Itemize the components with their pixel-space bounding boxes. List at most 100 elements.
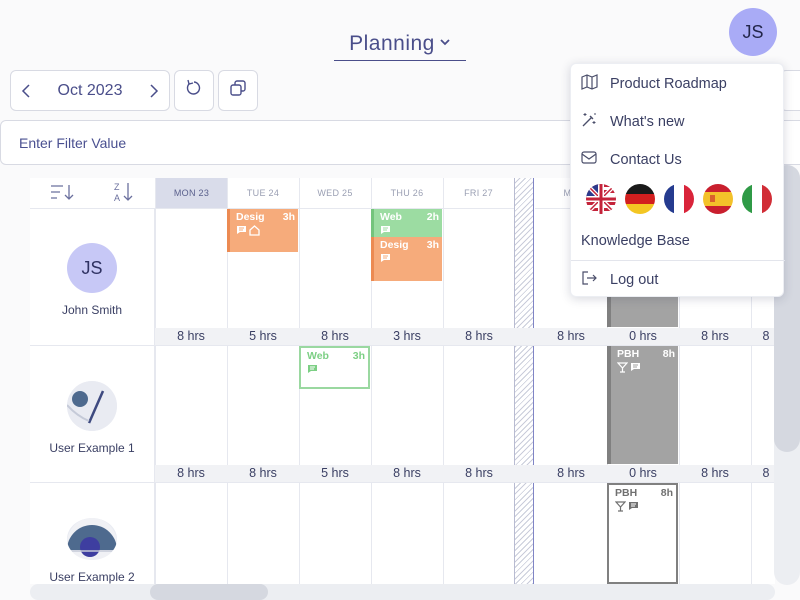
daily-total: 8 hrs — [465, 329, 493, 343]
daily-total: 8 hrs — [321, 329, 349, 343]
menu-item-label: Product Roadmap — [610, 76, 727, 92]
daily-total: 8 hrs — [701, 329, 729, 343]
event-block[interactable]: PBH 8h — [607, 483, 678, 584]
comment-icon — [307, 364, 318, 377]
daily-total: 8 hrs — [177, 466, 205, 480]
flag-es-icon[interactable] — [703, 184, 733, 214]
daily-total: 8 hrs — [701, 466, 729, 480]
day-header: FRI 27 — [443, 178, 514, 209]
user-name: User Example 2 — [49, 570, 135, 584]
event-hours: 2h — [426, 211, 439, 223]
event-hours: 3h — [426, 239, 439, 251]
refresh-button[interactable] — [174, 70, 214, 111]
event-hours: 8h — [662, 348, 675, 360]
flag-it-icon[interactable] — [742, 184, 772, 214]
user-name: John Smith — [61, 303, 123, 317]
avatar: JS — [67, 243, 117, 293]
flag-fr-icon[interactable] — [664, 184, 694, 214]
menu-item-label: Log out — [610, 272, 659, 288]
toolbar: Oct 2023 — [10, 70, 258, 111]
flag-us-icon[interactable] — [586, 184, 616, 214]
user-avatar-button[interactable]: JS — [729, 8, 777, 56]
user-column-header: ZA — [30, 178, 155, 209]
daily-total: 0 hrs — [629, 329, 657, 343]
event-name: Desig — [380, 239, 409, 251]
map-icon — [581, 74, 598, 94]
menu-divider — [571, 260, 785, 261]
grid-line — [155, 178, 156, 584]
filter-input[interactable] — [19, 134, 519, 151]
daily-total: 5 hrs — [249, 329, 277, 343]
comment-icon — [236, 225, 247, 239]
event-name: PBH — [615, 487, 638, 499]
magic-wand-icon — [581, 112, 598, 132]
user-row-header[interactable]: User Example 1 — [30, 346, 155, 483]
day-header: TUE 24 — [227, 178, 299, 209]
menu-item-logout[interactable]: Log out — [581, 270, 658, 290]
page-title: Planning — [349, 32, 435, 55]
daily-total: 8 hrs — [249, 466, 277, 480]
chevron-down-icon — [439, 35, 451, 53]
menu-item-knowledge-base[interactable]: Knowledge Base — [581, 233, 690, 249]
logout-icon — [581, 270, 598, 290]
daily-total: 8 hrs — [557, 466, 585, 480]
day-header: THU 26 — [371, 178, 443, 209]
daily-total: 8 hrs — [557, 329, 585, 343]
daily-total: 5 hrs — [321, 466, 349, 480]
language-selector — [586, 184, 772, 214]
flag-de-icon[interactable] — [625, 184, 655, 214]
horizontal-scroll-thumb[interactable] — [150, 584, 268, 600]
avatar — [67, 518, 117, 560]
menu-item-whats-new[interactable]: What's new — [581, 112, 685, 132]
comment-icon — [380, 253, 391, 266]
comment-icon — [630, 362, 641, 376]
user-menu: Product Roadmap What's new Contact Us Kn… — [570, 63, 785, 297]
menu-item-contact[interactable]: Contact Us — [581, 150, 682, 170]
chevron-left-icon[interactable] — [19, 83, 33, 99]
horizontal-scrollbar[interactable] — [30, 584, 775, 600]
weekend-divider — [514, 178, 534, 584]
menu-item-roadmap[interactable]: Product Roadmap — [581, 74, 727, 94]
event-block[interactable]: Desig 3h — [371, 237, 442, 281]
daily-total: 8 hrs — [393, 466, 421, 480]
user-row-header[interactable]: User Example 2 — [30, 483, 155, 584]
comment-icon — [628, 501, 639, 515]
event-hours: 8h — [660, 487, 673, 499]
totals-row: 8 hrs 8 hrs 5 hrs 8 hrs 8 hrs 8 hrs 0 hr… — [155, 465, 775, 482]
event-block[interactable]: Web 2h — [371, 209, 442, 237]
avatar — [67, 381, 117, 431]
event-name: Desig — [236, 211, 265, 223]
event-block[interactable]: Web 3h — [299, 346, 370, 389]
menu-item-label: Contact Us — [610, 152, 682, 168]
daily-total: 8 — [762, 329, 770, 343]
user-row-header[interactable]: JS John Smith — [30, 209, 155, 346]
totals-row: 8 hrs 5 hrs 8 hrs 3 hrs 8 hrs 8 hrs 0 hr… — [155, 328, 775, 345]
event-name: Web — [380, 211, 402, 223]
svg-text:A: A — [114, 193, 120, 203]
copy-button[interactable] — [218, 70, 258, 111]
home-icon — [249, 225, 260, 239]
chevron-right-icon[interactable] — [147, 83, 161, 99]
current-month: Oct 2023 — [57, 81, 123, 99]
refresh-icon — [185, 79, 203, 102]
event-name: Web — [307, 350, 329, 362]
month-navigator: Oct 2023 — [10, 70, 170, 111]
sort-lines-icon[interactable] — [50, 183, 74, 203]
event-block[interactable]: PBH 8h — [607, 346, 678, 464]
copy-icon — [229, 79, 247, 102]
day-header: WED 25 — [299, 178, 371, 209]
daily-total: 0 hrs — [629, 466, 657, 480]
cocktail-icon — [614, 501, 627, 515]
svg-text:Z: Z — [114, 182, 120, 192]
app-header: Planning JS — [0, 0, 800, 62]
user-name: User Example 1 — [49, 441, 135, 455]
event-block[interactable] — [607, 297, 678, 327]
planning-view-selector[interactable]: Planning — [334, 28, 466, 61]
sort-alpha-icon[interactable]: ZA — [113, 181, 135, 205]
grid-line — [443, 178, 444, 584]
daily-total: 8 — [762, 466, 770, 480]
event-name: PBH — [617, 348, 640, 360]
mail-icon — [581, 150, 598, 170]
daily-total: 8 hrs — [465, 466, 493, 480]
event-block[interactable]: Desig 3h — [227, 209, 298, 252]
